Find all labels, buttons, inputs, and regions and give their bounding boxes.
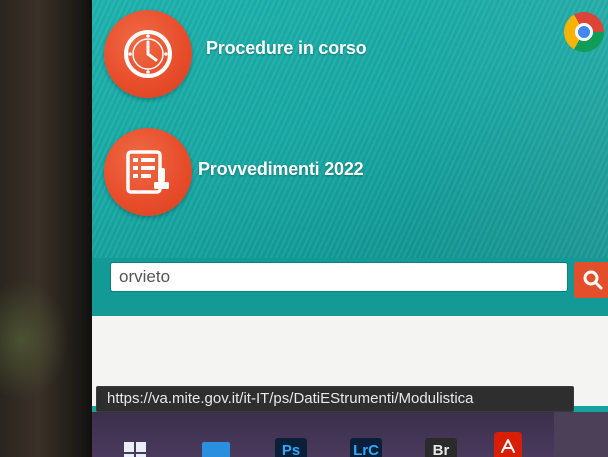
windows-start-icon[interactable] — [124, 442, 146, 457]
search-button[interactable] — [574, 262, 608, 298]
screen: Procedure in corso Provvedimenti 2022 or… — [92, 0, 608, 457]
search-icon — [583, 270, 603, 290]
hero-section: Procedure in corso Provvedimenti 2022 — [92, 0, 608, 292]
chrome-center-icon — [575, 23, 593, 41]
document-stamp-icon-svg — [126, 150, 169, 194]
acrobat-symbol-icon — [501, 439, 515, 453]
menu-item-provvedimenti-2022[interactable]: Provvedimenti 2022 — [104, 128, 364, 216]
document-stamp-icon — [104, 128, 192, 216]
menu-item-label: Procedure in corso — [206, 37, 367, 58]
clock-icon — [104, 10, 192, 98]
search-input[interactable] — [110, 262, 568, 292]
background-glow — [0, 280, 70, 400]
photoshop-icon[interactable]: Ps — [275, 438, 307, 457]
taskbar: Ps LrC Br — [92, 412, 608, 457]
chrome-highlight — [554, 412, 608, 457]
menu-item-procedure-in-corso[interactable]: Procedure in corso — [104, 10, 367, 98]
lightroom-classic-icon[interactable]: LrC — [350, 438, 382, 457]
status-url: https://va.mite.gov.it/it-IT/ps/DatiEStr… — [107, 390, 474, 407]
menu-item-label: Provvedimenti 2022 — [198, 158, 364, 179]
chrome-icon[interactable] — [564, 12, 604, 52]
acrobat-icon[interactable] — [494, 432, 522, 457]
file-explorer-icon[interactable] — [202, 442, 230, 457]
clock-icon-svg — [124, 30, 172, 78]
status-bar-link-preview: https://va.mite.gov.it/it-IT/ps/DatiEStr… — [96, 386, 574, 412]
bridge-icon[interactable]: Br — [425, 438, 457, 457]
